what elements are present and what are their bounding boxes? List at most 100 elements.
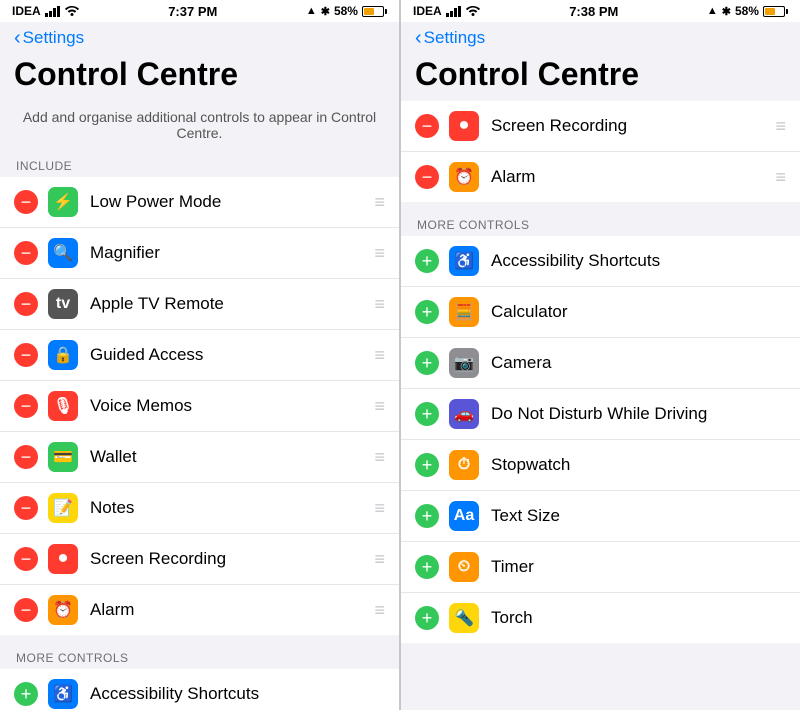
more-controls-header-right: MORE CONTROLS bbox=[401, 210, 800, 236]
status-right-right: ▲ ✱ 58% bbox=[707, 4, 788, 18]
right-panel: IDEA 7:38 PM ▲ ✱ 58% bbox=[400, 0, 800, 710]
add-btn-accessibility-shortcuts-partial[interactable]: + bbox=[14, 682, 38, 706]
remove-btn-screen-recording-r[interactable]: − bbox=[415, 114, 439, 138]
remove-btn-notes[interactable]: − bbox=[14, 496, 38, 520]
remove-btn-guided-access[interactable]: − bbox=[14, 343, 38, 367]
add-btn-accessibility-shortcuts[interactable]: + bbox=[415, 249, 439, 273]
drag-handle-alarm-r[interactable]: ≡ bbox=[775, 167, 786, 188]
remove-btn-wallet[interactable]: − bbox=[14, 445, 38, 469]
location-icon-left: ▲ bbox=[306, 5, 317, 17]
signal-icon-right bbox=[446, 6, 461, 17]
back-label-right: Settings bbox=[424, 28, 485, 48]
more-item-do-not-disturb: +🚗Do Not Disturb While Driving bbox=[401, 389, 800, 440]
time-left: 7:37 PM bbox=[168, 4, 217, 19]
item-label-more-stopwatch: Stopwatch bbox=[491, 455, 786, 475]
status-right-left: ▲ ✱ 58% bbox=[306, 4, 387, 18]
remove-btn-magnifier[interactable]: − bbox=[14, 241, 38, 265]
list-item-apple-tv-remote: −tvApple TV Remote≡ bbox=[0, 279, 399, 330]
drag-handle-alarm[interactable]: ≡ bbox=[374, 600, 385, 621]
remove-btn-apple-tv-remote[interactable]: − bbox=[14, 292, 38, 316]
included-partial-right: −⏺Screen Recording≡−⏰Alarm≡ bbox=[401, 101, 800, 202]
item-label-wallet: Wallet bbox=[90, 447, 366, 467]
list-item-notes: −📝Notes≡ bbox=[0, 483, 399, 534]
drag-handle-guided-access[interactable]: ≡ bbox=[374, 345, 385, 366]
more-controls-header-left: MORE CONTROLS bbox=[0, 643, 399, 669]
add-btn-do-not-disturb[interactable]: + bbox=[415, 402, 439, 426]
add-btn-text-size[interactable]: + bbox=[415, 504, 439, 528]
item-label-screen-recording: Screen Recording bbox=[90, 549, 366, 569]
battery-icon-right bbox=[763, 6, 788, 17]
status-left: IDEA bbox=[12, 4, 80, 19]
more-item-text-size: +AaText Size bbox=[401, 491, 800, 542]
list-item-screen-recording: −⏺Screen Recording≡ bbox=[0, 534, 399, 585]
add-btn-timer[interactable]: + bbox=[415, 555, 439, 579]
page-title-left: Control Centre bbox=[0, 52, 399, 101]
item-label-more-timer: Timer bbox=[491, 557, 786, 577]
drag-handle-voice-memos[interactable]: ≡ bbox=[374, 396, 385, 417]
remove-btn-screen-recording[interactable]: − bbox=[14, 547, 38, 571]
nav-bar-left: ‹ Settings bbox=[0, 22, 399, 52]
item-label-more-torch: Torch bbox=[491, 608, 786, 628]
included-list: −⚡Low Power Mode≡−🔍Magnifier≡−tvApple TV… bbox=[0, 177, 399, 635]
drag-handle-apple-tv-remote[interactable]: ≡ bbox=[374, 294, 385, 315]
item-label-alarm-r: Alarm bbox=[491, 167, 767, 187]
back-button-right[interactable]: ‹ Settings bbox=[415, 28, 786, 48]
list-item-voice-memos: −🎙Voice Memos≡ bbox=[0, 381, 399, 432]
back-chevron-right: ‹ bbox=[415, 28, 422, 48]
more-item-torch: +🔦Torch bbox=[401, 593, 800, 643]
location-icon-right: ▲ bbox=[707, 5, 718, 17]
carrier-left: IDEA bbox=[12, 4, 41, 18]
list-item-alarm-r: −⏰Alarm≡ bbox=[401, 152, 800, 202]
drag-handle-screen-recording[interactable]: ≡ bbox=[374, 549, 385, 570]
list-item-magnifier: −🔍Magnifier≡ bbox=[0, 228, 399, 279]
battery-icon-left bbox=[362, 6, 387, 17]
nav-bar-right: ‹ Settings bbox=[401, 22, 800, 52]
remove-btn-alarm-r[interactable]: − bbox=[415, 165, 439, 189]
status-bar-right: IDEA 7:38 PM ▲ ✱ 58% bbox=[401, 0, 800, 22]
item-label-apple-tv-remote: Apple TV Remote bbox=[90, 294, 366, 314]
remove-btn-low-power-mode[interactable]: − bbox=[14, 190, 38, 214]
more-list-right: +♿Accessibility Shortcuts+🧮Calculator+📷C… bbox=[401, 236, 800, 643]
list-item-guided-access: −🔒Guided Access≡ bbox=[0, 330, 399, 381]
drag-handle-wallet[interactable]: ≡ bbox=[374, 447, 385, 468]
back-chevron-left: ‹ bbox=[14, 28, 21, 48]
wifi-icon-left bbox=[64, 4, 80, 19]
back-button-left[interactable]: ‹ Settings bbox=[14, 28, 385, 48]
left-panel: IDEA 7:37 PM ▲ ✱ 58% bbox=[0, 0, 400, 710]
add-btn-camera[interactable]: + bbox=[415, 351, 439, 375]
remove-btn-alarm[interactable]: − bbox=[14, 598, 38, 622]
item-label-more-camera: Camera bbox=[491, 353, 786, 373]
more-item-calculator: +🧮Calculator bbox=[401, 287, 800, 338]
add-btn-torch[interactable]: + bbox=[415, 606, 439, 630]
signal-icon-left bbox=[45, 6, 60, 17]
add-btn-calculator[interactable]: + bbox=[415, 300, 439, 324]
more-item-accessibility-shortcuts-partial: +♿Accessibility Shortcuts bbox=[0, 669, 399, 710]
include-header: INCLUDE bbox=[0, 151, 399, 177]
drag-handle-magnifier[interactable]: ≡ bbox=[374, 243, 385, 264]
scroll-area-left[interactable]: INCLUDE −⚡Low Power Mode≡−🔍Magnifier≡−tv… bbox=[0, 151, 399, 710]
drag-handle-notes[interactable]: ≡ bbox=[374, 498, 385, 519]
item-label-more-accessibility-shortcuts-partial: Accessibility Shortcuts bbox=[90, 684, 385, 704]
battery-pct-right: 58% bbox=[735, 4, 759, 18]
item-label-voice-memos: Voice Memos bbox=[90, 396, 366, 416]
item-label-more-do-not-disturb: Do Not Disturb While Driving bbox=[491, 404, 786, 424]
drag-handle-low-power-mode[interactable]: ≡ bbox=[374, 192, 385, 213]
item-label-more-accessibility-shortcuts: Accessibility Shortcuts bbox=[491, 251, 786, 271]
more-list-partial-left: +♿Accessibility Shortcuts bbox=[0, 669, 399, 710]
more-item-stopwatch: +⏱Stopwatch bbox=[401, 440, 800, 491]
item-label-more-text-size: Text Size bbox=[491, 506, 786, 526]
drag-handle-screen-recording-r[interactable]: ≡ bbox=[775, 116, 786, 137]
item-label-magnifier: Magnifier bbox=[90, 243, 366, 263]
add-btn-stopwatch[interactable]: + bbox=[415, 453, 439, 477]
scroll-area-right[interactable]: −⏺Screen Recording≡−⏰Alarm≡ MORE CONTROL… bbox=[401, 101, 800, 710]
more-item-accessibility-shortcuts: +♿Accessibility Shortcuts bbox=[401, 236, 800, 287]
remove-btn-voice-memos[interactable]: − bbox=[14, 394, 38, 418]
item-label-alarm: Alarm bbox=[90, 600, 366, 620]
page-title-right: Control Centre bbox=[401, 52, 800, 101]
item-label-more-calculator: Calculator bbox=[491, 302, 786, 322]
back-label-left: Settings bbox=[23, 28, 84, 48]
item-label-notes: Notes bbox=[90, 498, 366, 518]
list-item-screen-recording-r: −⏺Screen Recording≡ bbox=[401, 101, 800, 152]
list-item-alarm: −⏰Alarm≡ bbox=[0, 585, 399, 635]
item-label-screen-recording-r: Screen Recording bbox=[491, 116, 767, 136]
